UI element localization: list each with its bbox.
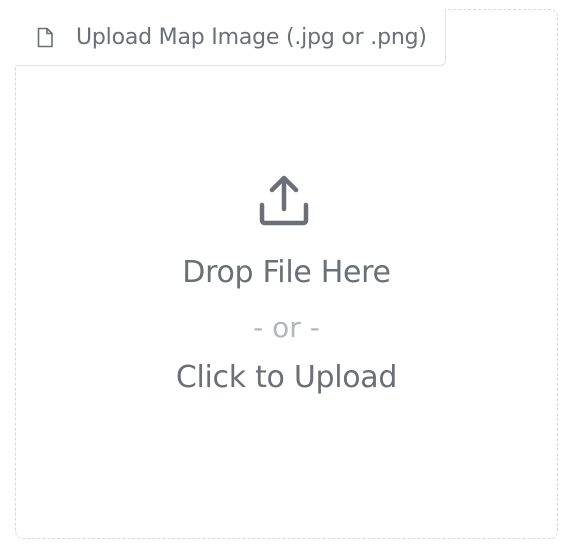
upload-label-text: Upload Map Image (.jpg or .png) xyxy=(76,24,427,50)
upload-label: Upload Map Image (.jpg or .png) xyxy=(15,9,446,66)
click-to-upload-text[interactable]: Click to Upload xyxy=(15,359,558,397)
file-icon xyxy=(35,26,55,48)
drop-file-text: Drop File Here xyxy=(182,255,391,290)
upload-icon[interactable] xyxy=(258,175,310,227)
or-divider-text: - or - xyxy=(253,311,320,344)
